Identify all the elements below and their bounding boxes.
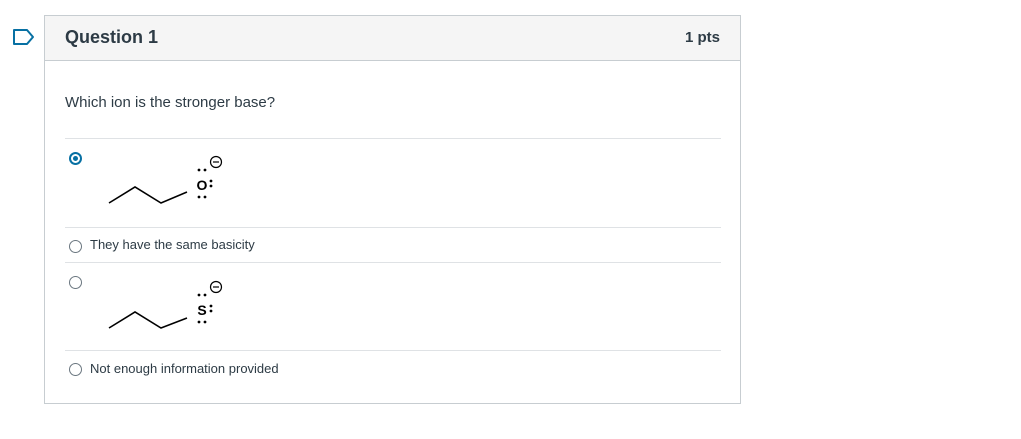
radio-button[interactable] — [69, 240, 82, 253]
answer-option-propanethiolate[interactable]: S — [65, 262, 721, 350]
question-header: Question 1 1 pts — [45, 16, 740, 61]
propanethiolate-structure: S — [108, 280, 223, 329]
bookmark-flag-icon[interactable] — [12, 27, 36, 47]
question-card: Question 1 1 pts Which ion is the strong… — [44, 15, 741, 404]
answer-list: O They have the same basicity S Not enou… — [65, 138, 721, 391]
answer-option-not-enough-info[interactable]: Not enough information provided — [65, 350, 721, 391]
question-title: Question 1 — [65, 27, 159, 47]
sulfur-atom-label: S — [197, 302, 206, 318]
answer-option-same-basicity[interactable]: They have the same basicity — [65, 227, 721, 262]
answer-option-propoxide[interactable]: O — [65, 138, 721, 227]
oxygen-atom-label: O — [197, 177, 208, 193]
radio-button[interactable] — [69, 363, 82, 376]
question-text: Which ion is the stronger base? — [65, 94, 276, 111]
propoxide-structure: O — [108, 155, 223, 204]
answer-label: They have the same basicity — [90, 237, 255, 252]
radio-button-selected[interactable] — [69, 152, 82, 165]
radio-button[interactable] — [69, 276, 82, 289]
question-points: 1 pts — [684, 29, 720, 46]
answer-label: Not enough information provided — [90, 361, 279, 376]
